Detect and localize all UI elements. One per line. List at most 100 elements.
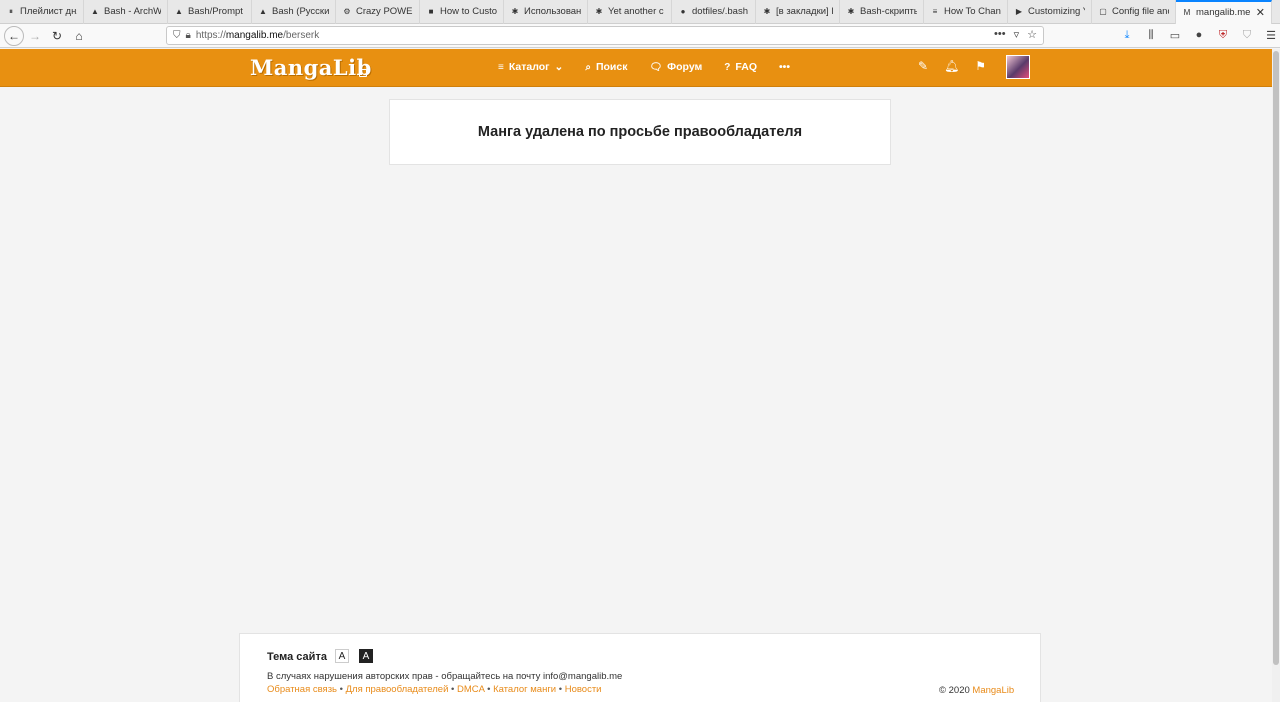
browser-tab[interactable]: ✱ Yet another c [588,0,672,24]
tab-title: Использован [524,6,581,17]
copyright-brand-link[interactable]: MangaLib [972,685,1014,696]
menu-icon: ≡ [498,61,504,73]
bookmark-icon[interactable]: ⚑ [975,59,986,73]
browser-tab[interactable]: ⚙ Crazy POWERFUL [336,0,420,24]
browser-tab[interactable]: ▶ Customizing Y [1008,0,1092,24]
link-separator: • [558,684,563,695]
removed-notice: Манга удалена по просьбе правообладателя [389,99,891,165]
browser-tab[interactable]: ■ How to Custom [420,0,504,24]
browser-tab[interactable]: ▢ Config file and [1092,0,1176,24]
tab-title: How to Custom [440,6,497,17]
bookmark-star-icon[interactable]: ☆ [1027,28,1037,41]
nav-item-question[interactable]: ? FAQ [724,61,757,73]
close-tab-icon[interactable]: ✕ [1256,6,1265,19]
tab-title: dotfiles/.bash [692,6,748,17]
home-button[interactable]: ⌂ [68,25,90,47]
reload-button[interactable]: ↻ [46,25,68,47]
site-icon: ✱ [763,6,771,16]
site-icon: ✱ [511,6,519,16]
nav-item-label: Поиск [595,61,628,73]
nav-item-menu[interactable]: ≡ Каталог ⌄ [498,61,563,73]
htg-icon: ■ [428,6,434,16]
footer-link[interactable]: Для правообладателей [346,684,449,695]
logo-toggle-icon[interactable] [359,69,367,77]
pause-icon: ⏸ [9,6,13,16]
link-separator: • [339,684,343,695]
avatar[interactable] [1006,55,1030,79]
tab-strip: ⏸ Плейлист дня ▲ Bash - ArchWiki ▲ Bash/Promp… [0,0,1280,24]
chat-icon: 🗨 [649,61,663,73]
forward-button[interactable]: → [24,25,46,47]
site-footer: Тема сайта A A В случаях нарушения автор… [239,633,1041,702]
footer-link[interactable]: Каталог манги [493,684,556,695]
arch-icon: ▲ [91,6,99,16]
scrollbar-thumb[interactable] [1273,51,1279,665]
site-icon: ⚙ [343,6,351,16]
tab-title: Config file and [1112,6,1169,17]
extension-icon[interactable]: ⛉ [1238,26,1256,44]
footer-link[interactable]: Обратная связь [267,684,337,695]
account-icon[interactable]: ● [1190,26,1208,44]
library-icon[interactable]: ⫼ [1142,26,1160,44]
url-bar[interactable]: ⛉ 🔒︎ https://mangalib.me/berserk ••• ▿ ☆ [166,26,1044,45]
tab-title: mangalib.me [1196,7,1251,18]
footer-link[interactable]: DMCA [457,684,484,695]
link-separator: • [487,684,491,695]
copyright-year: © 2020 [939,685,970,696]
pocket-icon[interactable]: ▿ [1014,28,1020,41]
browser-tab[interactable]: ✱ [в закладки] Б [756,0,840,24]
question-icon: ? [724,61,731,73]
browser-tab[interactable]: ▲ Bash/Prompt [168,0,252,24]
browser-tab[interactable]: Mmangalib.me ✕ [1176,0,1272,24]
site-icon: ✱ [847,6,855,16]
browser-tab[interactable]: ● dotfiles/.bash [672,0,756,24]
browser-tab[interactable]: ✱ Bash-скрипты [840,0,924,24]
browser-tab[interactable]: ✱ Использован [504,0,588,24]
arch-icon: ▲ [175,6,183,16]
shield-icon[interactable]: ⛉ [173,30,181,41]
back-button[interactable]: ← [4,25,24,46]
footer-link[interactable]: Новости [565,684,602,695]
site-logo[interactable]: MangaLib [250,55,372,80]
youtube-icon: ▶ [1015,6,1023,16]
tab-title: [в закладки] Б [776,6,833,17]
nav-item-more[interactable]: ••• [779,61,790,73]
browser-tab[interactable]: ≡ How To Chang [924,0,1008,24]
copyright-note: В случаях нарушения авторских прав - обр… [267,671,623,682]
browser-tab[interactable]: ▲ Bash (Русский) [252,0,336,24]
tab-title: Bash - ArchWiki [104,6,161,17]
tab-title: How To Chang [944,6,1001,17]
main-menu: ≡ Каталог ⌄ ⌕ Поиск 🗨 Форум ? FAQ ••• [498,61,790,73]
tab-title: Customizing Y [1028,6,1085,17]
tab-title: Bash/Prompt [188,6,243,17]
bell-icon[interactable]: 🔔︎ [944,59,959,73]
site-icon: ≡ [932,6,938,16]
site-header: MangaLib ≡ Каталог ⌄ ⌕ Поиск 🗨 Форум? FAQ ••• ✎ … [0,49,1272,87]
browser-tab[interactable]: ▲ Bash - ArchWiki [84,0,168,24]
hamburger-menu-icon[interactable]: ☰ [1262,26,1280,44]
github-icon: ● [680,6,686,16]
theme-light-button[interactable]: A [335,649,349,663]
tab-title: Bash-скрипты [860,6,917,17]
page-actions-icon[interactable]: ••• [994,28,1006,41]
theme-dark-button[interactable]: A [359,649,373,663]
sidebar-icon[interactable]: ▭ [1166,26,1184,44]
ublock-icon[interactable]: ⛨ [1214,26,1232,44]
mangalib-icon: M [1183,7,1191,17]
chevron-down-icon: ⌄ [554,61,564,73]
browser-tab[interactable]: ⏸ Плейлист дня [0,0,84,24]
pencil-icon[interactable]: ✎ [918,59,928,73]
lock-icon[interactable]: 🔒︎ [186,30,191,41]
download-icon[interactable]: ⤓ [1118,26,1136,44]
tab-title: Yet another c [608,6,664,17]
tab-title: Bash (Русский) [272,6,329,17]
nav-item-label: Каталог [508,61,550,73]
arch-icon: ▲ [259,6,267,16]
nav-item-search[interactable]: ⌕ Поиск [585,61,627,73]
nav-item-chat[interactable]: 🗨 Форум [649,61,702,73]
browser-navbar: ← → ↻ ⌂ ⛉ 🔒︎ https://mangalib.me/berserk… [0,24,1280,48]
link-separator: • [451,684,455,695]
theme-label: Тема сайта [267,651,327,663]
tab-title: Crazy POWERFUL [356,6,413,17]
nav-item-label: ••• [779,61,791,73]
